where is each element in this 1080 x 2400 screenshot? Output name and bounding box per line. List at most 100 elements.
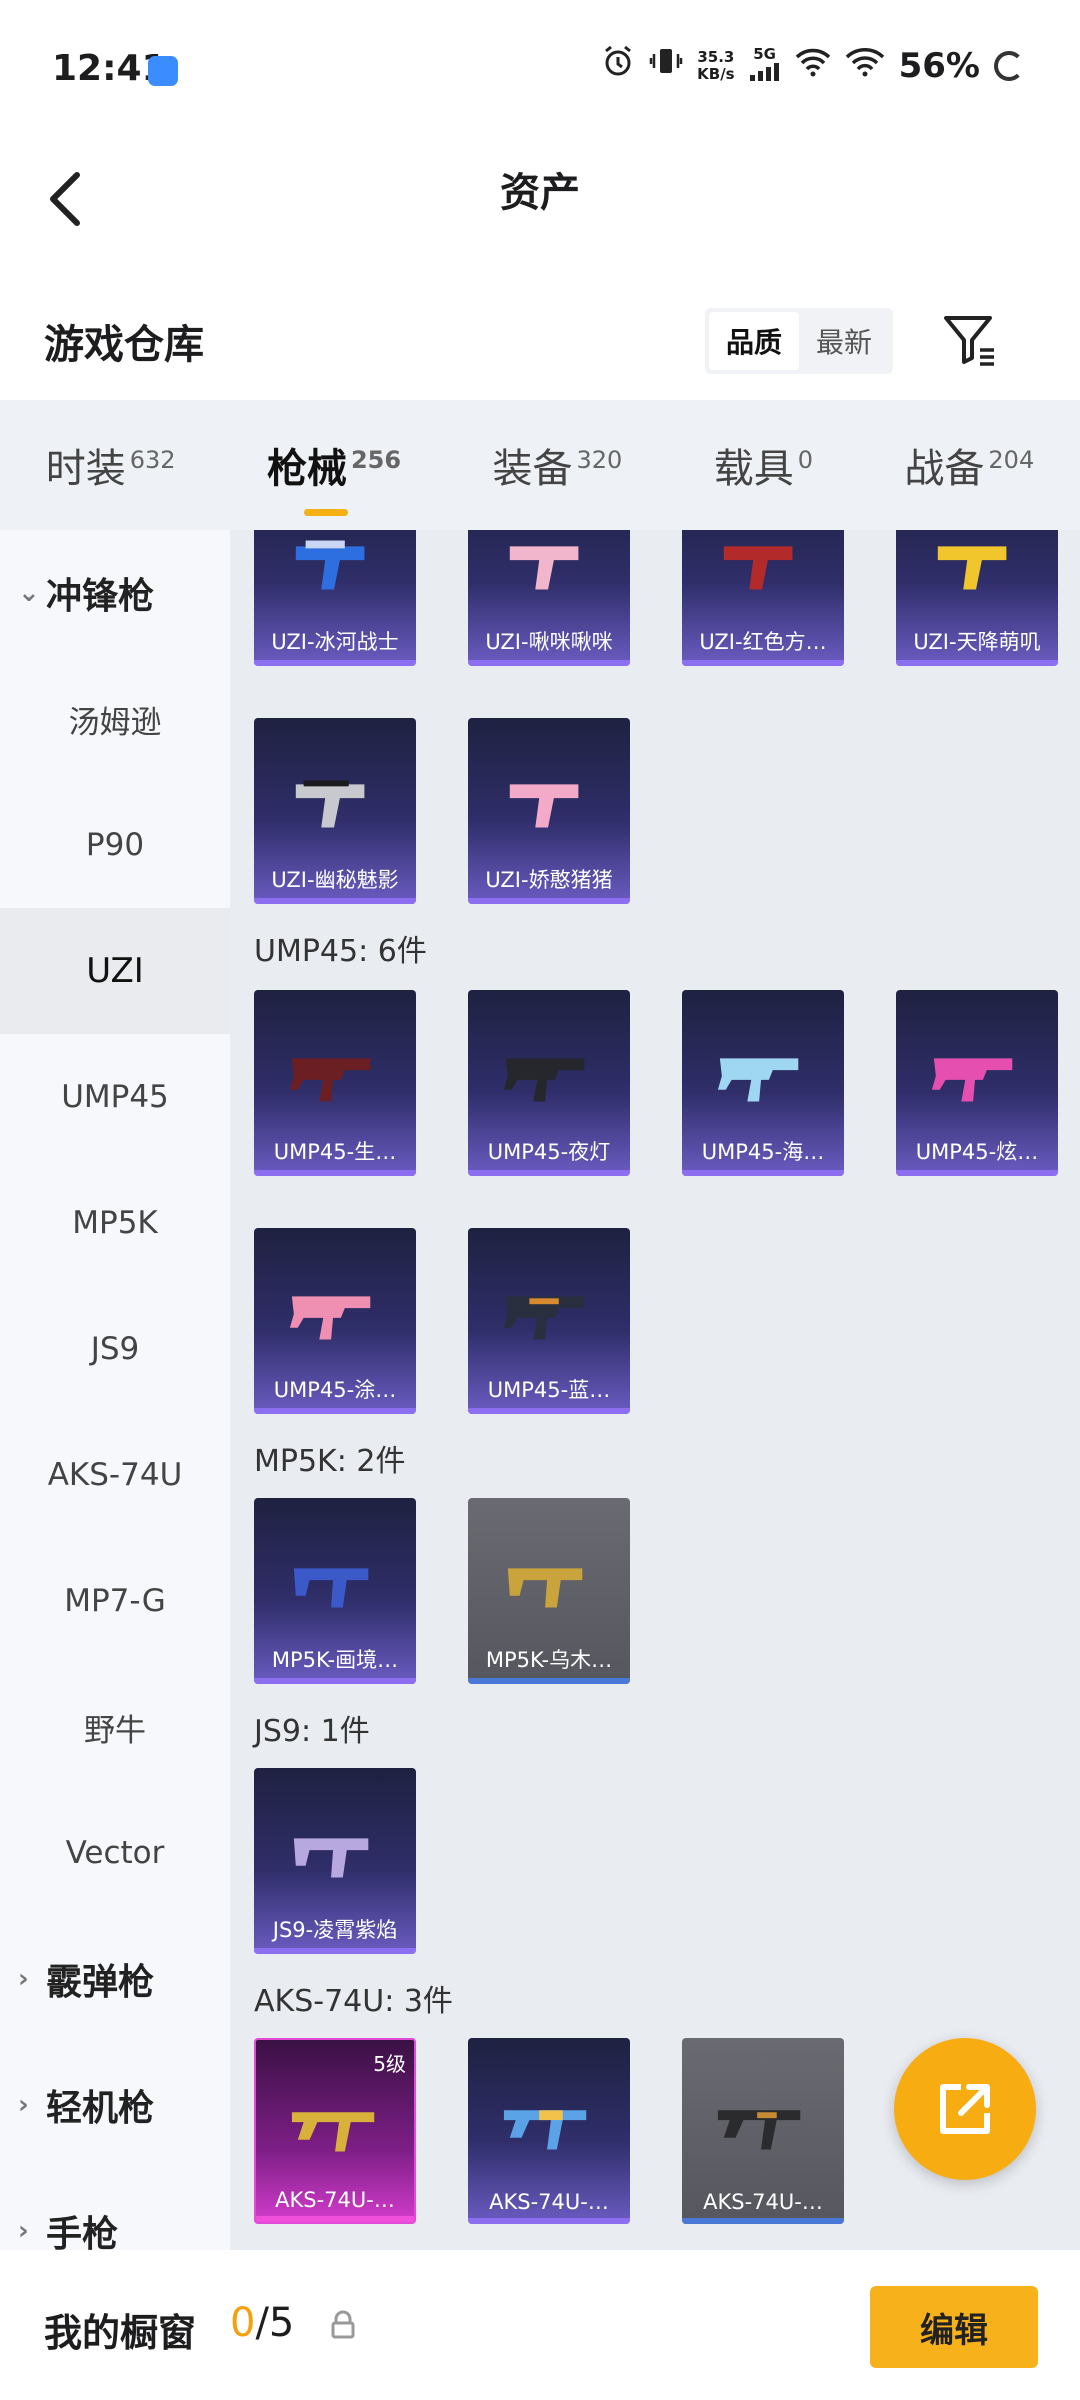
sidebar-item-p90[interactable]: P90 [0, 782, 230, 908]
tab-equipment[interactable]: 装备 320 [486, 436, 628, 494]
chevron-right-icon: › [18, 2216, 29, 2246]
weapon-card-label: UMP45-海… [701, 1140, 825, 1164]
weapon-card-label: UMP45-涂… [273, 1378, 397, 1402]
sidebar-group-label: 冲锋枪 [46, 576, 155, 617]
sidebar-group-label: 霰弹枪 [46, 1962, 155, 2003]
sidebar-item-mp5k[interactable]: MP5K [0, 1160, 230, 1286]
weapon-card-aks74u-2[interactable]: AKS-74U-… [468, 2038, 630, 2224]
weapon-card-label: AKS-74U-… [275, 2188, 395, 2212]
weapon-card-label: UZI-冰河战士 [271, 630, 399, 654]
weapon-card-label: UZI-啾咪啾咪 [485, 630, 613, 654]
showcase-count: 0/5 [230, 2300, 294, 2346]
tab-count: 320 [576, 445, 623, 474]
sort-quality-button[interactable]: 品质 [709, 312, 799, 370]
aks74u-weapon-icon [503, 2110, 587, 2150]
filter-button[interactable] [940, 310, 1000, 370]
sidebar-item-thompson[interactable]: 汤姆逊 [0, 656, 230, 782]
alarm-icon [601, 44, 635, 87]
mp5k-weapon-icon [507, 1568, 583, 1608]
chevron-right-icon: › [18, 1964, 29, 1994]
sort-newest-button[interactable]: 最新 [799, 312, 889, 370]
weapon-card-uzi-4[interactable]: UZI-天降萌叽 [896, 530, 1058, 666]
edit-button[interactable]: 编辑 [870, 2286, 1038, 2368]
page-title: 资产 [500, 170, 580, 216]
weapon-card-label: UMP45-蓝… [487, 1378, 611, 1402]
weapon-card-uzi-2[interactable]: UZI-啾咪啾咪 [468, 530, 630, 666]
weapon-card-ump45-3[interactable]: UMP45-海… [682, 990, 844, 1176]
battery-percent: 56% [898, 45, 980, 86]
uzi-weapon-icon [295, 540, 365, 590]
tab-vehicles[interactable]: 载具 0 [708, 436, 819, 494]
tab-supplies[interactable]: 战备 204 [898, 436, 1040, 494]
chevron-down-icon: ⌄ [18, 578, 40, 608]
mp5k-weapon-icon [293, 1568, 369, 1608]
lock-icon [331, 2310, 355, 2339]
ump45-weapon-icon [503, 1296, 585, 1340]
weapon-card-ump45-4[interactable]: UMP45-炫… [896, 990, 1058, 1176]
sidebar-group-pistol[interactable]: › 手枪 [0, 2168, 230, 2250]
share-button[interactable] [894, 2038, 1036, 2180]
section-header-ump45: UMP45: 6件 [254, 934, 427, 969]
section-header-aks74u: AKS-74U: 3件 [254, 1984, 453, 2019]
sidebar-item-vector[interactable]: Vector [0, 1790, 230, 1916]
status-icons: 35.3 KB/s 5G 56% [601, 44, 1024, 87]
aks74u-weapon-icon [291, 2112, 375, 2152]
sidebar-item-ump45[interactable]: UMP45 [0, 1034, 230, 1160]
sidebar-item-uzi[interactable]: UZI [0, 908, 230, 1034]
weapon-type-sidebar: ⌄ 冲锋枪 汤姆逊 P90 UZI UMP45 MP5K JS9 AKS-74U… [0, 530, 230, 2250]
weapon-card-aks74u-1[interactable]: 5级 AKS-74U-… [254, 2038, 416, 2224]
tab-count: 204 [988, 445, 1035, 474]
sort-toggle: 品质 最新 [705, 308, 893, 374]
weapon-card-ump45-2[interactable]: UMP45-夜灯 [468, 990, 630, 1176]
weapon-card-label: MP5K-画境… [271, 1648, 399, 1672]
sidebar-item-aks74u[interactable]: AKS-74U [0, 1412, 230, 1538]
sidebar-item-js9[interactable]: JS9 [0, 1286, 230, 1412]
js9-weapon-icon [293, 1838, 369, 1878]
net-speed-unit: KB/s [697, 64, 735, 83]
uzi-weapon-icon [509, 784, 579, 828]
sidebar-group-label: 手枪 [46, 2214, 119, 2250]
tab-label: 时装 [45, 446, 126, 492]
weapon-card-uzi-3[interactable]: UZI-红色方… [682, 530, 844, 666]
weapon-card-uzi-1[interactable]: UZI-冰河战士 [254, 530, 416, 666]
weapon-grid: UZI-冰河战士 UZI-啾咪啾咪 UZI-红色方… UZI-天降萌叽 UZI-… [230, 530, 1080, 2250]
weapon-card-js9-1[interactable]: JS9-凌霄紫焰 [254, 1768, 416, 1954]
sidebar-item-bizon[interactable]: 野牛 [0, 1664, 230, 1790]
weapon-card-ump45-5[interactable]: UMP45-涂… [254, 1228, 416, 1414]
sidebar-item-mp7g[interactable]: MP7-G [0, 1538, 230, 1664]
active-tab-underline [303, 509, 348, 516]
aks74u-weapon-icon [717, 2110, 801, 2150]
sidebar-group-shotgun[interactable]: › 霰弹枪 [0, 1916, 230, 2042]
weapon-card-label: UZI-娇憨猪猪 [485, 868, 613, 892]
vibrate-icon [649, 44, 683, 87]
sidebar-group-lmg[interactable]: › 轻机枪 [0, 2042, 230, 2168]
status-bar: 12:41 35.3 KB/s 5G 56% [0, 0, 1080, 140]
weapon-card-ump45-6[interactable]: UMP45-蓝… [468, 1228, 630, 1414]
weapon-card-uzi-6[interactable]: UZI-娇憨猪猪 [468, 718, 630, 904]
uzi-weapon-icon [509, 546, 579, 590]
weapon-card-mp5k-1[interactable]: MP5K-画境… [254, 1498, 416, 1684]
tab-fashion[interactable]: 时装 632 [40, 436, 182, 494]
level-badge: 5级 [373, 2052, 406, 2076]
weapon-card-label: AKS-74U-… [489, 2190, 609, 2214]
category-tabs: 时装 632 枪械 256 装备 320 载具 0 战备 204 [0, 400, 1080, 530]
weapon-card-label: UZI-红色方… [699, 630, 827, 654]
ump45-weapon-icon [931, 1058, 1013, 1102]
weapon-card-ump45-1[interactable]: UMP45-生… [254, 990, 416, 1176]
sidebar-group-smg[interactable]: ⌄ 冲锋枪 [0, 530, 230, 656]
weapon-card-uzi-5[interactable]: UZI-幽秘魅影 [254, 718, 416, 904]
tab-label: 枪械 [266, 446, 347, 492]
weapon-card-label: MP5K-乌木… [485, 1648, 613, 1672]
ump45-weapon-icon [289, 1058, 371, 1102]
net-speed: 35.3 KB/s [697, 48, 735, 83]
sidebar-group-label: 轻机枪 [46, 2088, 155, 2129]
weapon-card-label: UZI-天降萌叽 [913, 630, 1041, 654]
tab-guns[interactable]: 枪械 256 [261, 436, 407, 516]
signal-bars-icon [749, 63, 779, 81]
weapon-card-label: AKS-74U-… [703, 2190, 823, 2214]
chevron-right-icon: › [18, 2090, 29, 2120]
ump45-weapon-icon [289, 1296, 371, 1340]
weapon-card-aks74u-3[interactable]: AKS-74U-… [682, 2038, 844, 2224]
weapon-card-mp5k-2[interactable]: MP5K-乌木… [468, 1498, 630, 1684]
network-type: 5G [749, 46, 781, 85]
